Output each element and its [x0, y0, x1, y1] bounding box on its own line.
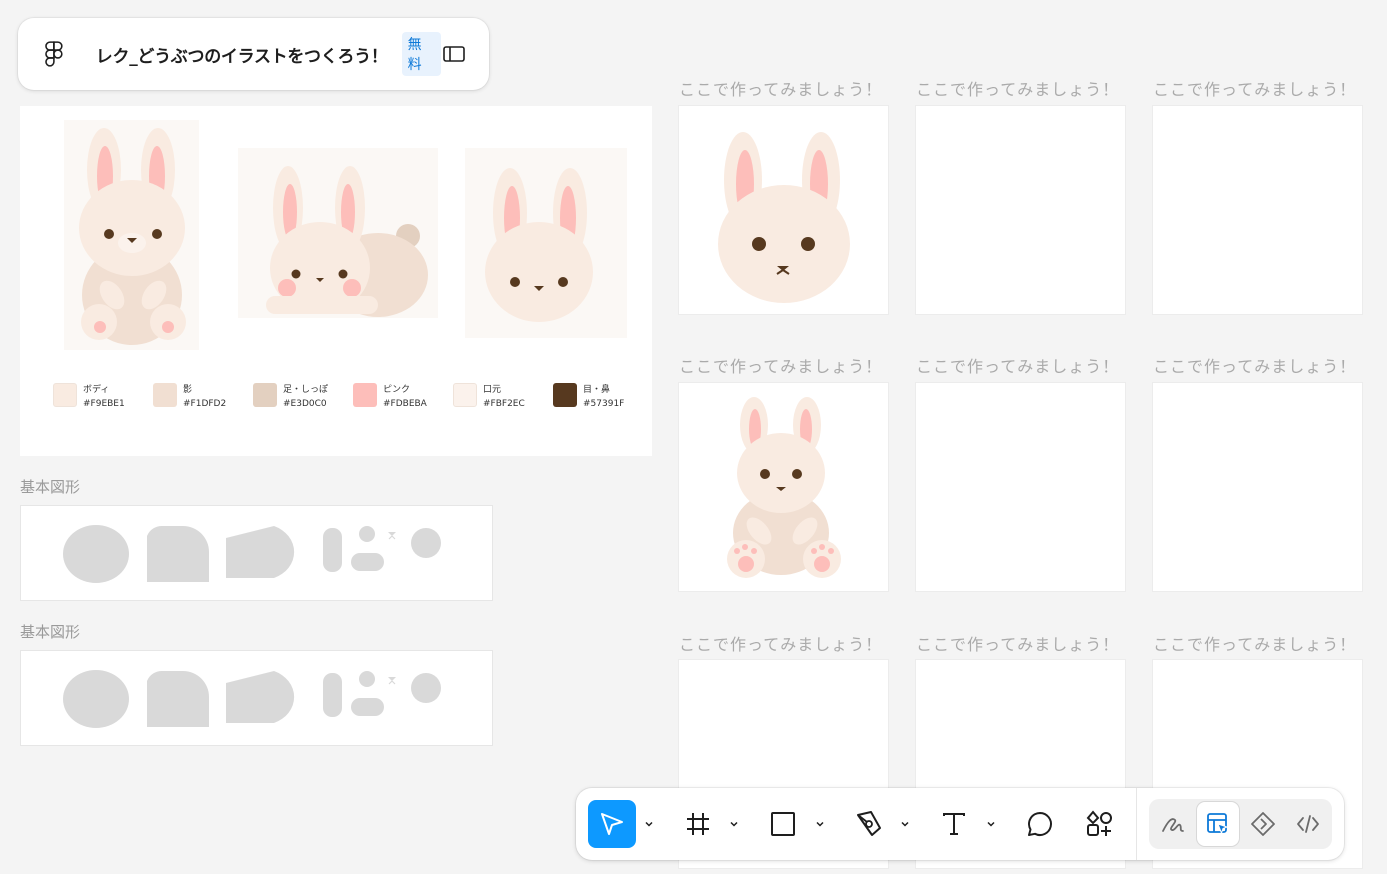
swatch-feet-tail[interactable]: 足・しっぽ #E3D0C0 [253, 383, 328, 411]
swatch-pink[interactable]: ピンク #FDBEBA [353, 383, 427, 411]
practice-cell[interactable] [678, 105, 889, 315]
mode-switcher [1149, 799, 1332, 849]
chevron-down-icon[interactable] [728, 818, 740, 830]
swatch-chip [253, 383, 277, 407]
swatch-chip [53, 383, 77, 407]
swatch-chip [453, 383, 477, 407]
swatch-hex: #F1DFD2 [183, 399, 227, 409]
chevron-down-icon[interactable] [814, 818, 826, 830]
swatch-mouth[interactable]: 口元 #FBF2EC [453, 383, 525, 411]
practice-cell[interactable] [1152, 382, 1363, 592]
chevron-down-icon[interactable] [985, 818, 997, 830]
components-mode-button[interactable] [1242, 802, 1284, 846]
text-tool-button[interactable] [930, 800, 978, 848]
swatch-chip [153, 383, 177, 407]
practice-cell[interactable] [915, 105, 1126, 315]
practice-cell[interactable] [678, 382, 889, 592]
cell-label: ここで作ってみましょう！ [1153, 357, 1357, 376]
swatch-name: ピンク [383, 385, 411, 395]
bottom-toolbar [576, 788, 1344, 860]
rabbit-head-illustration[interactable] [465, 148, 627, 338]
swatch-hex: #57391F [583, 399, 625, 409]
cell-label: ここで作ってみましょう！ [679, 80, 883, 99]
draw-squiggle-icon [1162, 818, 1184, 832]
sitting-rabbit-illustration[interactable] [64, 120, 199, 350]
text-t-icon [943, 813, 965, 835]
cell-label: ここで作ってみましょう！ [1153, 80, 1357, 99]
draw-mode-button[interactable] [1152, 802, 1194, 846]
rectangle-icon [771, 812, 795, 836]
dev-mode-button[interactable] [1287, 802, 1329, 846]
cell-label: ここで作ってみましょう！ [916, 357, 1120, 376]
figma-logo-icon[interactable] [44, 41, 64, 67]
file-titlebar: レク_どうぶつのイラストをつくろう！ 無料 [18, 18, 489, 90]
swatch-hex: #FBF2EC [483, 399, 525, 409]
cell-label: ここで作ってみましょう！ [916, 80, 1120, 99]
sidebar-toggle-button[interactable] [441, 41, 467, 67]
comment-tool-button[interactable] [1016, 800, 1064, 848]
swatch-name: 足・しっぽ [283, 385, 329, 395]
cell-label: ここで作ってみましょう！ [679, 635, 883, 654]
pen-nib-icon [857, 811, 881, 836]
swatch-hex: #E3D0C0 [283, 399, 327, 409]
toolbar-divider [1136, 788, 1137, 860]
rectangle-tool-button[interactable] [759, 800, 807, 848]
assets-tool-button[interactable] [1076, 800, 1124, 848]
basic-shapes-frame[interactable] [20, 505, 493, 601]
section-label: 基本図形 [20, 623, 81, 641]
section-label: 基本図形 [20, 478, 81, 496]
file-title[interactable]: レク_どうぶつのイラストをつくろう！ [96, 42, 388, 67]
practice-cell[interactable] [915, 382, 1126, 592]
reference-frame[interactable]: ボディ #F9EBE1 影 #F1DFD2 足・しっぽ #E3D0C0 ピンク #FDB… [20, 106, 652, 456]
basic-shapes[interactable] [21, 651, 494, 747]
shapes-plus-icon [1086, 810, 1112, 836]
swatch-name: ボディ [83, 385, 110, 395]
swatch-hex: #FDBEBA [383, 399, 427, 409]
cursor-arrow-icon [601, 813, 623, 835]
swatch-hex: #F9EBE1 [83, 399, 125, 409]
swatch-chip [353, 383, 377, 407]
swatch-name: 影 [183, 385, 193, 395]
swatch-eyes-nose[interactable]: 目・鼻 #57391F [553, 383, 624, 411]
comment-bubble-icon [1028, 812, 1052, 836]
sidebar-panel-icon [443, 46, 465, 62]
frame-hash-icon [687, 813, 709, 835]
chevron-down-icon[interactable] [643, 818, 655, 830]
code-brackets-icon [1297, 815, 1319, 833]
cell-label: ここで作ってみましょう！ [916, 635, 1120, 654]
swatch-body[interactable]: ボディ #F9EBE1 [53, 383, 125, 411]
cell-label: ここで作ってみましょう！ [1153, 635, 1357, 654]
sitting-rabbit-drawing[interactable] [679, 383, 890, 593]
swatch-chip [553, 383, 577, 407]
rabbit-head-drawing[interactable] [679, 106, 890, 316]
swatch-name: 目・鼻 [583, 385, 611, 395]
swatch-name: 口元 [483, 385, 502, 395]
swatch-shadow[interactable]: 影 #F1DFD2 [153, 383, 226, 411]
diamond-component-icon [1251, 812, 1275, 836]
move-tool-button[interactable] [588, 800, 636, 848]
plan-badge: 無料 [401, 32, 442, 76]
chevron-down-icon[interactable] [899, 818, 911, 830]
cell-label: ここで作ってみましょう！ [679, 357, 883, 376]
practice-cell[interactable] [1152, 105, 1363, 315]
pen-tool-button[interactable] [845, 800, 893, 848]
basic-shapes[interactable] [21, 506, 494, 602]
design-layout-icon [1207, 813, 1229, 835]
frame-tool-button[interactable] [674, 800, 722, 848]
basic-shapes-frame[interactable] [20, 650, 493, 746]
design-mode-button[interactable] [1197, 802, 1239, 846]
lying-rabbit-illustration[interactable] [238, 148, 438, 318]
